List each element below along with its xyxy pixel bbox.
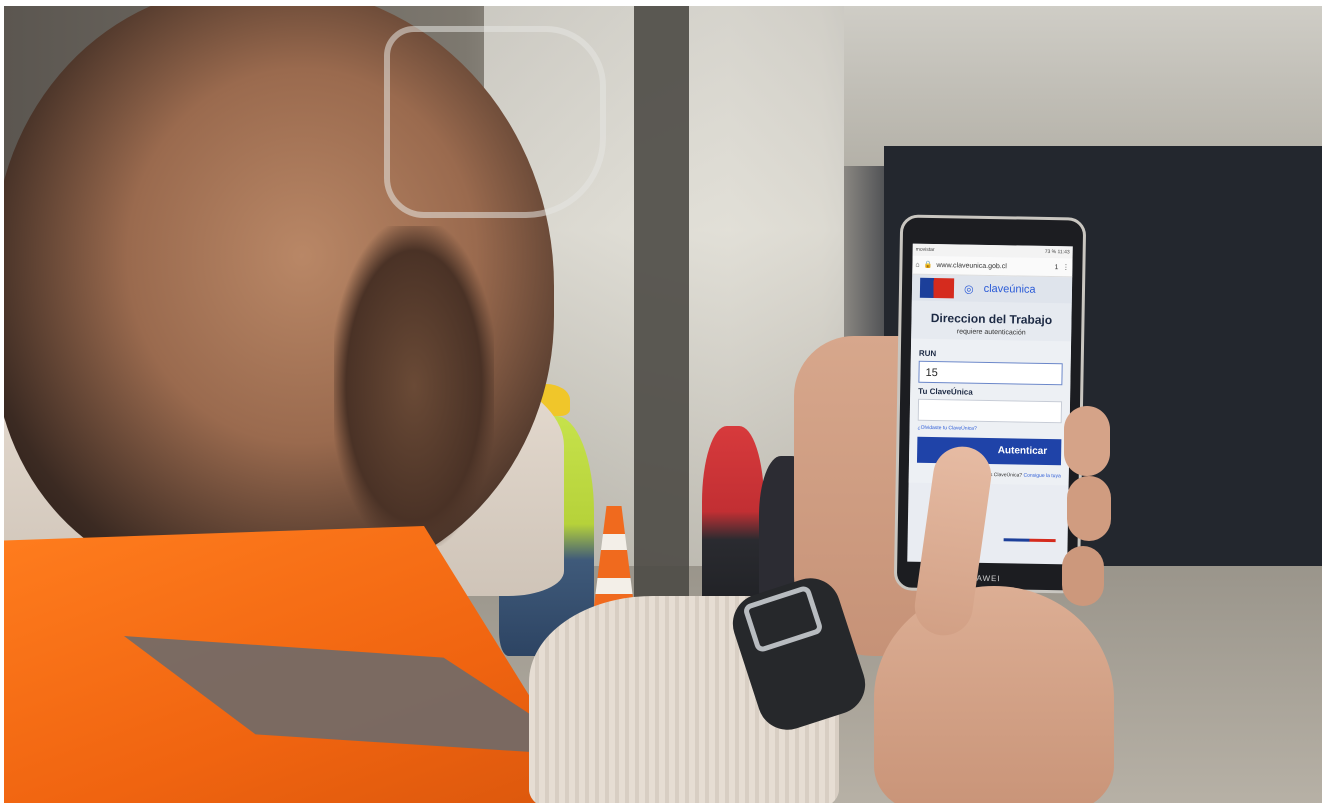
page-title: Direccion del Trabajo — [930, 310, 1053, 328]
tab-count[interactable]: 1 — [1054, 264, 1058, 271]
get-clave-link[interactable]: Consigue la tuya — [1023, 473, 1060, 480]
right-finger — [1064, 406, 1110, 476]
brand-name: claveúnica — [983, 282, 1036, 296]
right-finger — [1062, 546, 1104, 606]
right-hand — [874, 586, 1114, 803]
claveunica-logo-icon: ◎ — [963, 283, 974, 296]
carrier-text: movistar — [915, 246, 935, 254]
home-icon[interactable]: ⌂ — [915, 261, 919, 268]
background-pillar — [634, 6, 689, 626]
chile-flag-icon — [919, 277, 955, 299]
login-form: RUN 15 Tu ClaveÚnica ¿Olvidaste tu Clave… — [908, 338, 1072, 486]
safety-glasses — [384, 26, 606, 218]
forgot-link[interactable]: ¿Olvidaste tu ClaveÚnica? — [918, 425, 1062, 434]
lock-icon: 🔒 — [923, 261, 933, 269]
flag-stripe — [1003, 538, 1056, 543]
right-finger — [1067, 476, 1111, 541]
background-worker-red-jacket — [702, 426, 764, 616]
smartphone: movistar 73 % 11:43 ⌂ 🔒 www.claveunica.g… — [893, 214, 1087, 594]
menu-icon[interactable]: ⋮ — [1062, 263, 1069, 271]
clave-label: Tu ClaveÚnica — [918, 386, 973, 397]
run-label: RUN — [918, 348, 937, 359]
url-text[interactable]: www.claveunica.gob.cl — [936, 262, 1050, 271]
photo-scene: movistar 73 % 11:43 ⌂ 🔒 www.claveunica.g… — [4, 6, 1322, 803]
clave-input[interactable] — [917, 398, 1063, 424]
run-input[interactable]: 15 — [918, 360, 1063, 386]
man-beard — [334, 226, 494, 546]
background-scaffold — [844, 6, 1322, 166]
battery-time-text: 73 % 11:43 — [1044, 248, 1070, 256]
site-header: ◎ claveúnica — [911, 274, 1073, 304]
page-subtitle: requiere autenticación — [956, 328, 1026, 337]
title-block: Direccion del Trabajo requiere autentica… — [911, 300, 1072, 342]
